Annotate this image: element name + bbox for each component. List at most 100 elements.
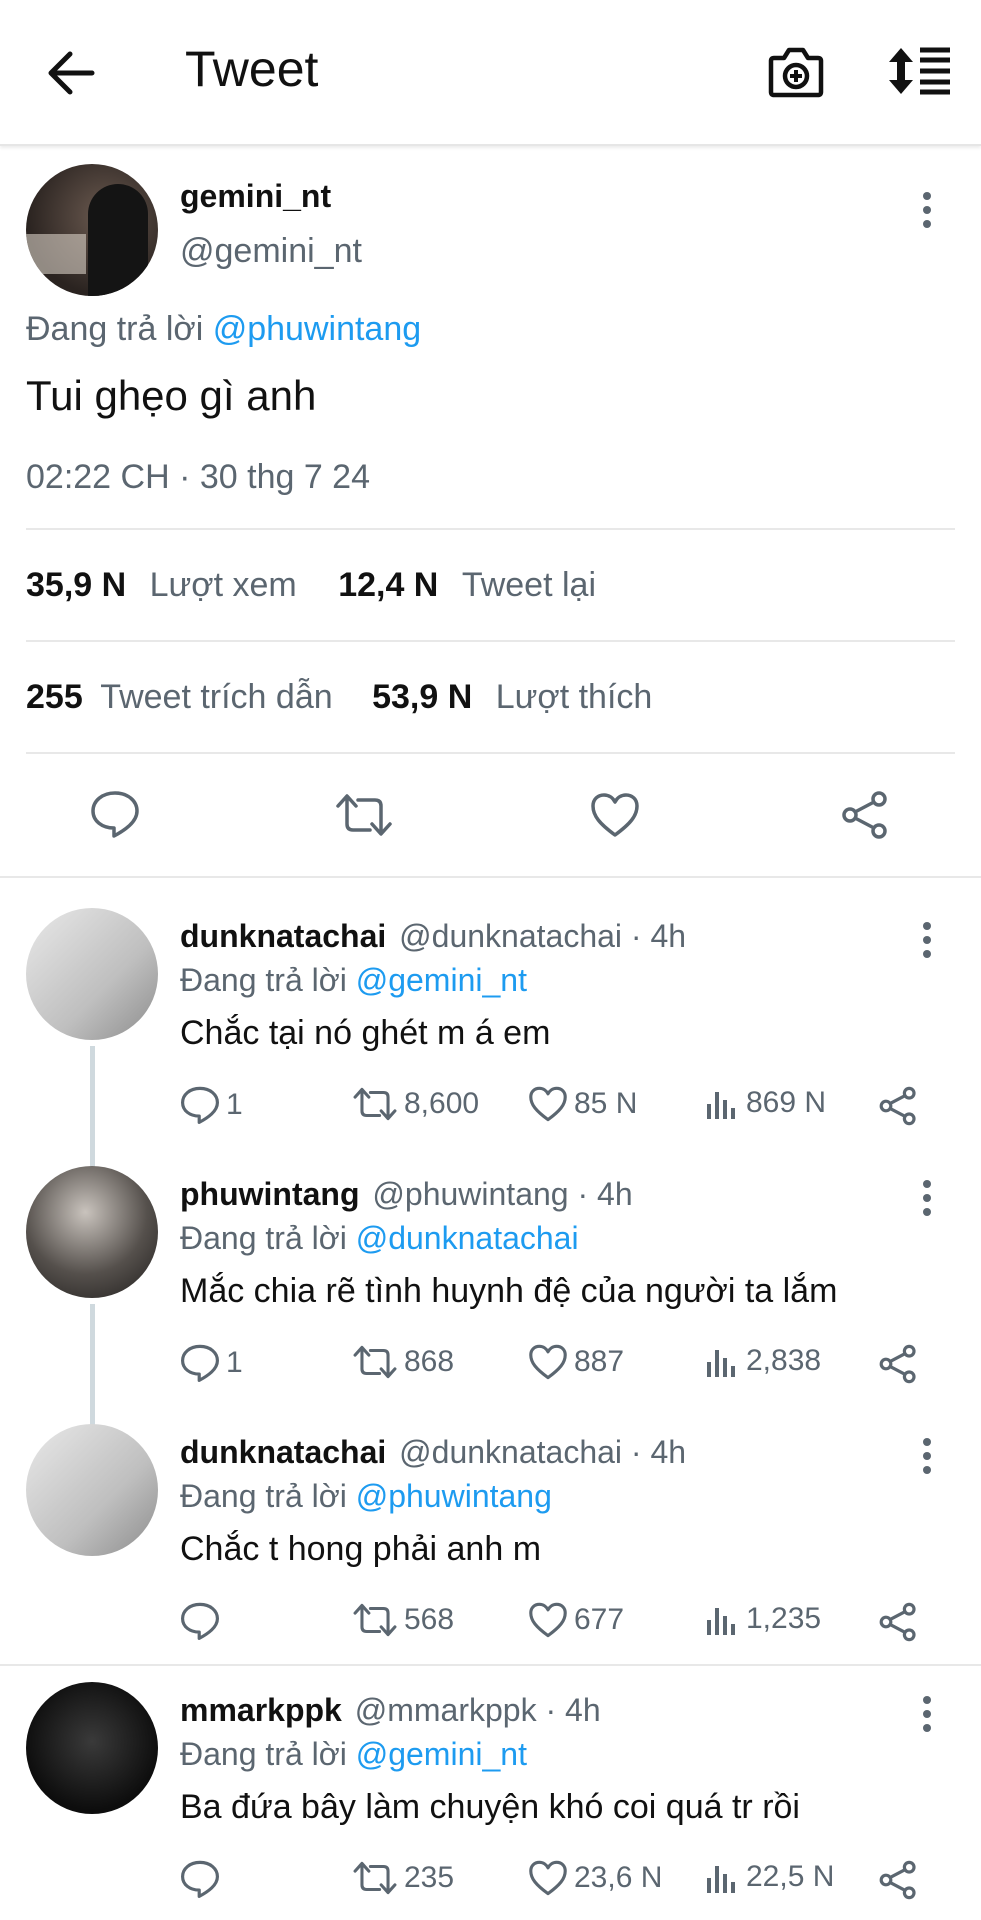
like-count: 85 N	[574, 1087, 638, 1120]
retweets-count[interactable]: 12,4 N	[338, 566, 438, 604]
replying-to-link[interactable]: @gemini_nt	[356, 962, 527, 998]
share-icon[interactable]	[878, 1602, 918, 1642]
share-icon[interactable]	[840, 790, 890, 840]
views-count[interactable]: 35,9 N	[26, 566, 126, 604]
divider	[26, 752, 955, 754]
more-options-icon[interactable]	[921, 1180, 933, 1222]
display-name[interactable]: mmarkppk	[180, 1692, 342, 1728]
divider	[26, 640, 955, 642]
display-name[interactable]: phuwintang	[180, 1176, 360, 1212]
display-name[interactable]: dunknatachai	[180, 918, 386, 954]
avatar[interactable]	[26, 1682, 158, 1814]
retweets-label[interactable]: Tweet lại	[462, 566, 596, 604]
camera-add-icon[interactable]	[768, 44, 824, 98]
retweet-icon	[353, 1603, 397, 1637]
retweet-count: 8,600	[404, 1087, 480, 1120]
retweet-button[interactable]: 868	[352, 1344, 454, 1380]
views-chart-icon	[707, 1608, 735, 1635]
retweet-count: 868	[404, 1345, 455, 1378]
views-chart-icon	[707, 1866, 735, 1893]
replying-label: Đang trả lời	[180, 1220, 347, 1256]
replying-label: Đang trả lời	[180, 1478, 347, 1514]
user-handle[interactable]: @gemini_nt	[180, 232, 362, 271]
share-icon[interactable]	[878, 1086, 918, 1126]
display-name[interactable]: dunknatachai	[180, 1434, 386, 1470]
more-options-icon[interactable]	[921, 192, 933, 234]
replying-to-link[interactable]: @dunknatachai	[356, 1220, 579, 1256]
replying-to-link[interactable]: @gemini_nt	[356, 1736, 527, 1772]
like-heart-icon	[529, 1344, 567, 1380]
reply-count: 1	[226, 1088, 243, 1121]
like-button[interactable]: 677	[528, 1602, 624, 1638]
retweet-count: 235	[404, 1861, 455, 1894]
like-button[interactable]: 23,6 N	[528, 1860, 662, 1896]
replying-to: Đang trả lời @phuwintang	[180, 1478, 552, 1515]
views-button[interactable]: 2,838	[706, 1344, 821, 1378]
retweet-button[interactable]: 235	[352, 1860, 454, 1896]
like-heart-icon	[529, 1086, 567, 1122]
back-arrow-icon[interactable]	[46, 50, 96, 96]
reply-header: dunknatachai @dunknatachai · 4h	[180, 1434, 686, 1471]
avatar[interactable]	[26, 908, 158, 1040]
like-heart-icon	[529, 1602, 567, 1638]
retweet-button[interactable]: 568	[352, 1602, 454, 1638]
user-handle[interactable]: @phuwintang · 4h	[372, 1176, 632, 1212]
avatar[interactable]	[26, 164, 158, 296]
replying-to-link[interactable]: @phuwintang	[356, 1478, 552, 1514]
like-heart-icon[interactable]	[590, 792, 640, 838]
quotes-label[interactable]: Tweet trích dẫn	[100, 678, 332, 716]
views-label: Lượt xem	[149, 566, 297, 604]
user-handle[interactable]: @mmarkppk · 4h	[355, 1692, 601, 1728]
user-handle[interactable]: @dunknatachai · 4h	[399, 1434, 686, 1470]
replying-to: Đang trả lời @dunknatachai	[180, 1220, 579, 1257]
sort-order-icon[interactable]	[888, 46, 952, 96]
share-icon[interactable]	[878, 1860, 918, 1900]
reply-button[interactable]	[180, 1860, 226, 1898]
replying-label: Đang trả lời	[26, 310, 204, 348]
reply-button[interactable]: 1	[180, 1086, 243, 1124]
retweet-icon[interactable]	[334, 792, 394, 838]
reply-button[interactable]	[180, 1602, 226, 1640]
like-count: 677	[574, 1603, 625, 1636]
more-options-icon[interactable]	[921, 1438, 933, 1480]
divider	[0, 876, 981, 878]
views-button[interactable]: 869 N	[706, 1086, 826, 1120]
reply-button[interactable]: 1	[180, 1344, 243, 1382]
display-name[interactable]: gemini_nt	[180, 178, 331, 215]
user-handle[interactable]: @dunknatachai · 4h	[399, 918, 686, 954]
reply-text: Chắc tại nó ghét m á em	[180, 1014, 551, 1052]
like-button[interactable]: 887	[528, 1344, 624, 1380]
tweet-timestamp: 02:22 CH · 30 thg 7 24	[26, 458, 371, 496]
tweet-text: Tui ghẹo gì anh	[26, 372, 317, 419]
retweet-icon	[353, 1861, 397, 1895]
avatar[interactable]	[26, 1424, 158, 1556]
retweet-icon	[353, 1087, 397, 1121]
like-count: 887	[574, 1345, 625, 1378]
views-chart-icon	[707, 1092, 735, 1119]
share-icon[interactable]	[878, 1344, 918, 1384]
like-button[interactable]: 85 N	[528, 1086, 637, 1122]
reply-header: mmarkppk @mmarkppk · 4h	[180, 1692, 601, 1729]
like-heart-icon	[529, 1860, 567, 1896]
retweet-button[interactable]: 8,600	[352, 1086, 479, 1122]
avatar[interactable]	[26, 1166, 158, 1298]
view-count: 869 N	[746, 1086, 827, 1119]
reply-header: dunknatachai @dunknatachai · 4h	[180, 918, 686, 955]
retweet-icon	[353, 1345, 397, 1379]
views-button[interactable]: 22,5 N	[706, 1860, 834, 1894]
views-button[interactable]: 1,235	[706, 1602, 821, 1636]
replying-label: Đang trả lời	[180, 1736, 347, 1772]
page-title: Tweet	[185, 41, 319, 97]
reply-icon[interactable]	[90, 790, 140, 838]
likes-count[interactable]: 53,9 N	[372, 678, 472, 716]
view-count: 1,235	[746, 1602, 822, 1635]
more-options-icon[interactable]	[921, 1696, 933, 1738]
more-options-icon[interactable]	[921, 922, 933, 964]
retweet-count: 568	[404, 1603, 455, 1636]
quotes-count[interactable]: 255	[26, 678, 83, 716]
view-count: 22,5 N	[746, 1860, 835, 1893]
replying-to-link[interactable]: @phuwintang	[213, 310, 421, 348]
likes-label[interactable]: Lượt thích	[496, 678, 653, 716]
divider	[0, 1664, 981, 1666]
thread-line	[90, 1304, 95, 1432]
